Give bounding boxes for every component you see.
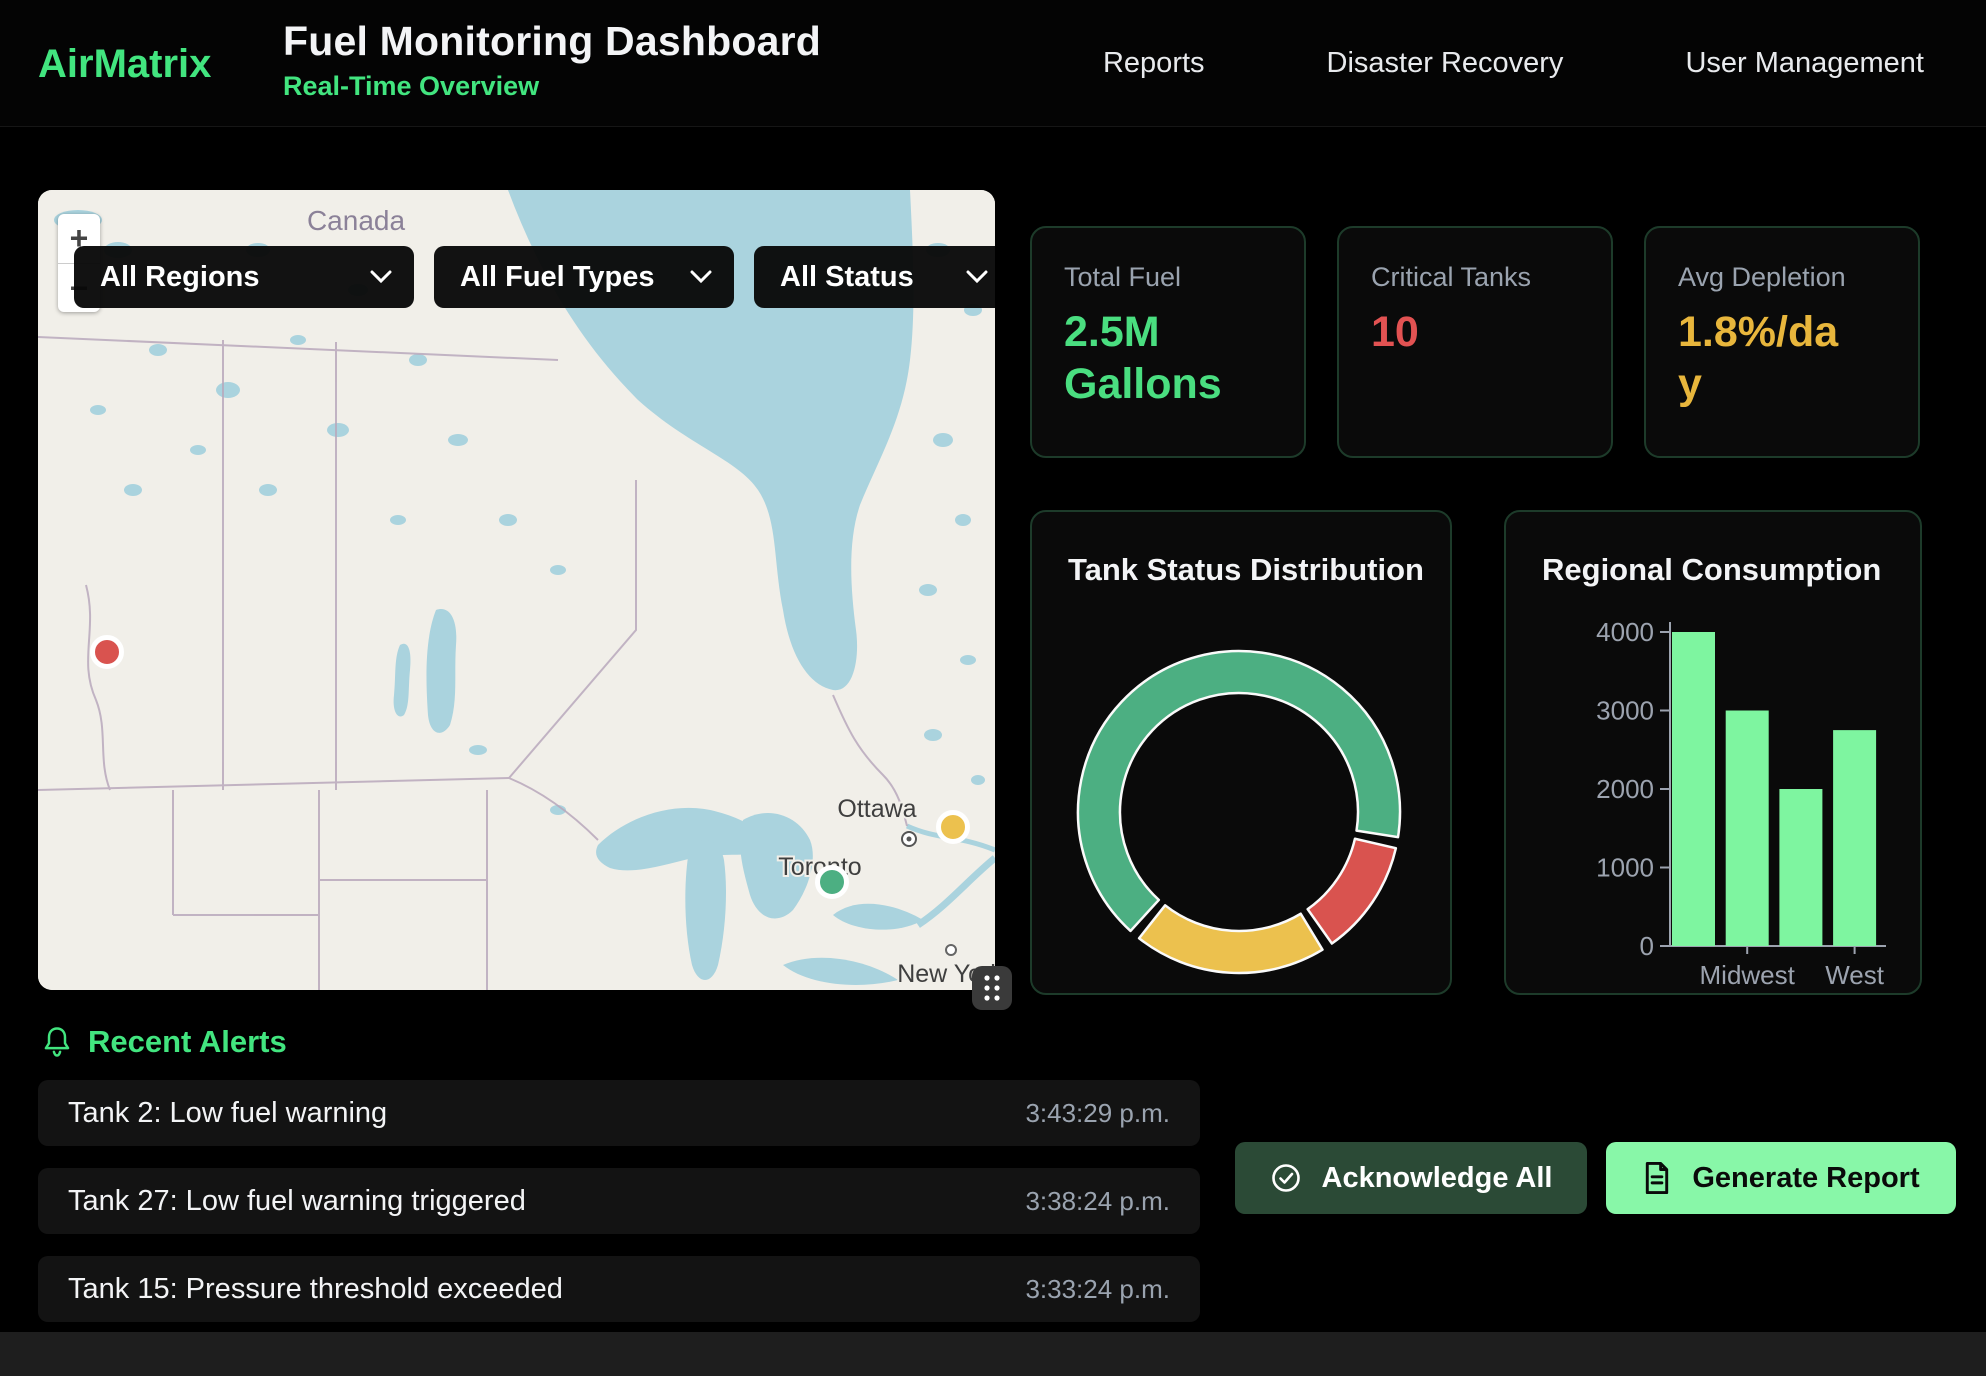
tank-status-chart-card: Tank Status Distribution bbox=[1030, 510, 1452, 995]
region-filter-dropdown[interactable]: All Regions bbox=[74, 246, 414, 308]
brand-logo: AirMatrix bbox=[38, 42, 211, 87]
stat-card-avg-depletion: Avg Depletion 1.8%/day bbox=[1644, 226, 1920, 458]
page-subtitle: Real-Time Overview bbox=[283, 71, 821, 102]
map-canvas: Canada Ottawa Toronto New York bbox=[38, 190, 995, 990]
acknowledge-all-label: Acknowledge All bbox=[1322, 1162, 1553, 1195]
alert-time: 3:43:29 p.m. bbox=[1025, 1098, 1170, 1129]
top-nav: Reports Disaster Recovery User Managemen… bbox=[1103, 0, 1924, 126]
stat-card-critical-tanks: Critical Tanks 10 bbox=[1337, 226, 1613, 458]
svg-text:West: West bbox=[1825, 960, 1885, 990]
bar-1 bbox=[1726, 711, 1769, 947]
page-title: Fuel Monitoring Dashboard bbox=[283, 18, 821, 65]
svg-text:1000: 1000 bbox=[1596, 853, 1654, 883]
map-filter-bar: All Regions All Fuel Types All Status bbox=[74, 246, 995, 308]
alert-row: Tank 15: Pressure threshold exceeded 3:3… bbox=[38, 1256, 1200, 1322]
tank-map[interactable]: Canada Ottawa Toronto New York + − All R… bbox=[38, 190, 995, 990]
bell-icon bbox=[42, 1026, 72, 1058]
status-filter-dropdown[interactable]: All Status bbox=[754, 246, 995, 308]
nav-disaster-recovery[interactable]: Disaster Recovery bbox=[1327, 47, 1564, 80]
donut-chart-title: Tank Status Distribution bbox=[1068, 552, 1424, 588]
tank-marker-normal[interactable] bbox=[815, 865, 849, 899]
alerts-title: Recent Alerts bbox=[88, 1024, 287, 1060]
check-circle-icon bbox=[1270, 1162, 1302, 1194]
svg-text:0: 0 bbox=[1640, 931, 1654, 961]
bar-3 bbox=[1833, 730, 1876, 946]
bar-2 bbox=[1779, 789, 1822, 946]
generate-report-button[interactable]: Generate Report bbox=[1606, 1142, 1956, 1214]
tank-marker-warning[interactable] bbox=[936, 810, 970, 844]
map-label-canada: Canada bbox=[307, 205, 406, 236]
regional-consumption-chart-card: Regional Consumption 0 1000 2000 3000 4000 Mi… bbox=[1504, 510, 1922, 995]
nav-reports[interactable]: Reports bbox=[1103, 47, 1205, 80]
stat-value-avg-depletion: 1.8%/day bbox=[1678, 307, 1848, 410]
stat-card-total-fuel: Total Fuel 2.5M Gallons bbox=[1030, 226, 1306, 458]
map-resize-handle[interactable] bbox=[972, 966, 1012, 1010]
stat-label: Avg Depletion bbox=[1678, 262, 1886, 293]
title-block: Fuel Monitoring Dashboard Real-Time Over… bbox=[283, 18, 821, 102]
region-filter-value: All Regions bbox=[100, 261, 260, 294]
svg-text:2000: 2000 bbox=[1596, 774, 1654, 804]
footer-bar bbox=[0, 1332, 1986, 1376]
generate-report-label: Generate Report bbox=[1692, 1162, 1919, 1195]
alerts-header: Recent Alerts bbox=[42, 1024, 287, 1060]
document-icon bbox=[1642, 1161, 1672, 1195]
nav-user-management[interactable]: User Management bbox=[1685, 47, 1924, 80]
tank-marker-critical[interactable] bbox=[90, 635, 124, 669]
chevron-down-icon bbox=[966, 270, 988, 284]
bar-chart-title: Regional Consumption bbox=[1542, 552, 1881, 588]
bar-0 bbox=[1672, 632, 1715, 946]
svg-text:Ottawa: Ottawa bbox=[837, 795, 916, 823]
alert-text: Tank 27: Low fuel warning triggered bbox=[68, 1185, 526, 1218]
stat-label: Critical Tanks bbox=[1371, 262, 1579, 293]
alert-row: Tank 27: Low fuel warning triggered 3:38… bbox=[38, 1168, 1200, 1234]
fuel-type-filter-dropdown[interactable]: All Fuel Types bbox=[434, 246, 734, 308]
alert-time: 3:33:24 p.m. bbox=[1025, 1274, 1170, 1305]
alert-text: Tank 15: Pressure threshold exceeded bbox=[68, 1273, 563, 1306]
chevron-down-icon bbox=[370, 270, 392, 284]
svg-text:Midwest: Midwest bbox=[1700, 960, 1796, 990]
alert-text: Tank 2: Low fuel warning bbox=[68, 1097, 387, 1130]
donut-segment-critical bbox=[1308, 839, 1396, 944]
alert-row: Tank 2: Low fuel warning 3:43:29 p.m. bbox=[38, 1080, 1200, 1146]
drag-dots-icon bbox=[981, 973, 1003, 1003]
stat-value-total-fuel: 2.5M Gallons bbox=[1064, 307, 1272, 410]
donut-segment-warning bbox=[1139, 905, 1322, 973]
stat-value-critical-tanks: 10 bbox=[1371, 307, 1579, 359]
alert-time: 3:38:24 p.m. bbox=[1025, 1186, 1170, 1217]
fuel-type-filter-value: All Fuel Types bbox=[460, 261, 654, 294]
chevron-down-icon bbox=[690, 270, 712, 284]
status-filter-value: All Status bbox=[780, 261, 914, 294]
fuel-monitoring-dashboard: AirMatrix Fuel Monitoring Dashboard Real… bbox=[0, 0, 1986, 1376]
stat-label: Total Fuel bbox=[1064, 262, 1272, 293]
acknowledge-all-button[interactable]: Acknowledge All bbox=[1235, 1142, 1587, 1214]
svg-text:4000: 4000 bbox=[1596, 617, 1654, 647]
svg-text:3000: 3000 bbox=[1596, 696, 1654, 726]
header: AirMatrix Fuel Monitoring Dashboard Real… bbox=[0, 0, 1986, 127]
